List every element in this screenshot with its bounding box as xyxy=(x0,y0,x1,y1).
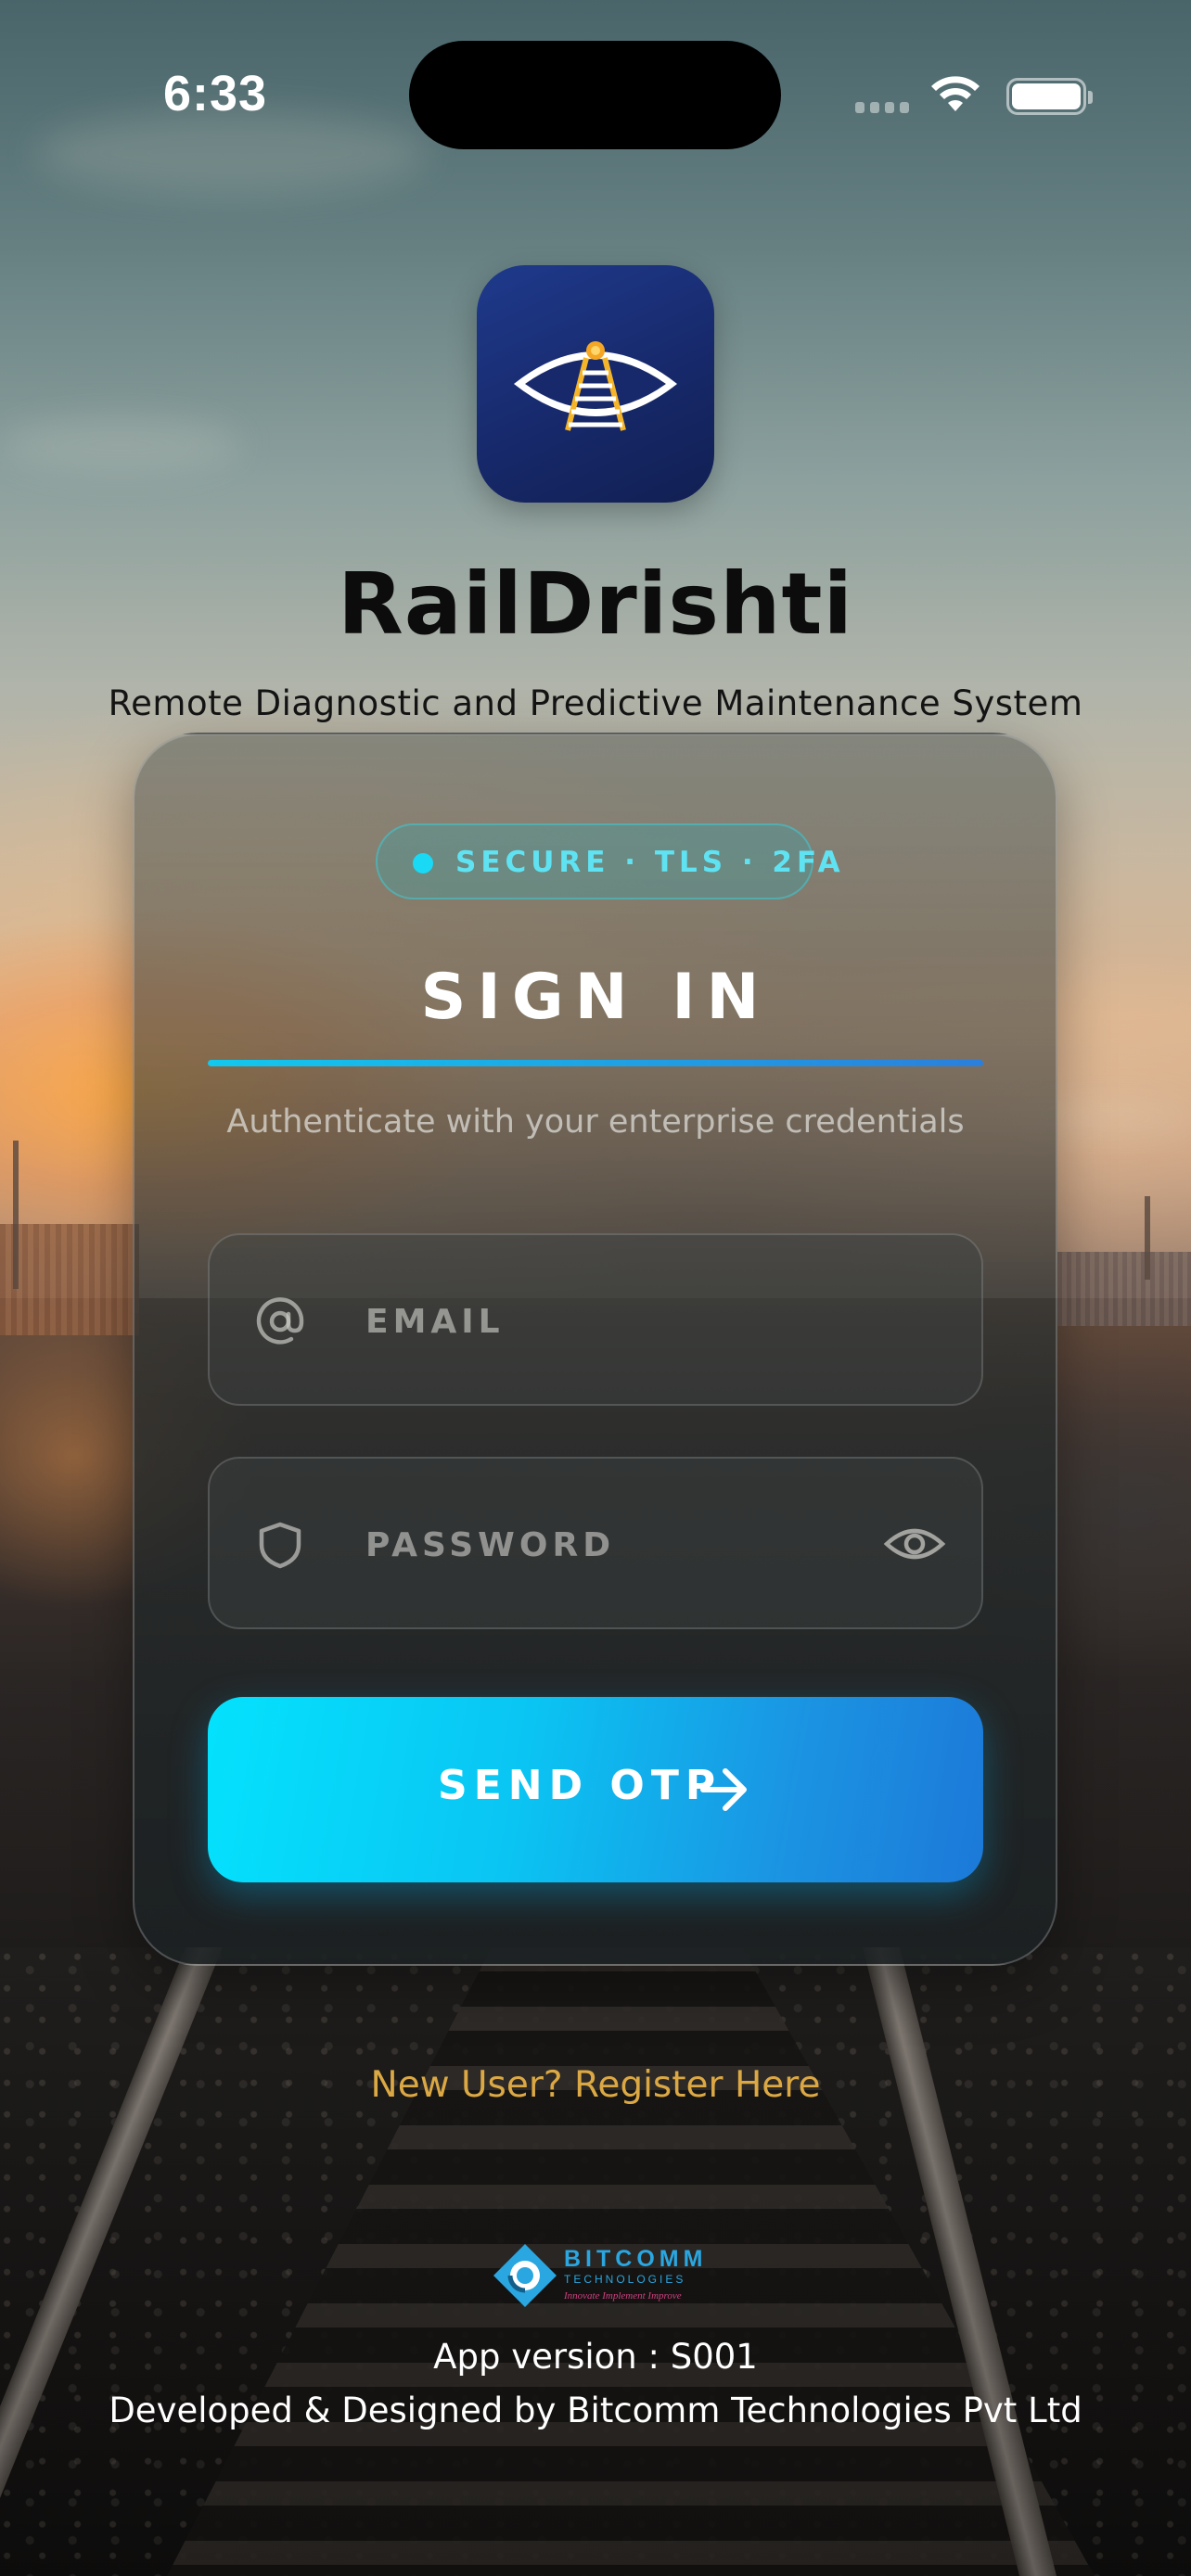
company-subtitle: TECHNOLOGIES xyxy=(564,2273,686,2286)
at-icon xyxy=(256,1297,304,1345)
app-title: RailDrishti xyxy=(337,555,854,654)
email-input[interactable] xyxy=(365,1293,885,1350)
bitcomm-mark-icon xyxy=(493,2244,557,2307)
email-field[interactable] xyxy=(208,1233,983,1406)
send-otp-button[interactable]: SEND OTP xyxy=(208,1697,983,1882)
bitcomm-logo: BITCOMM TECHNOLOGIES Innovate Implement … xyxy=(490,2240,703,2311)
eye-railway-track-icon xyxy=(514,341,677,431)
status-bar: 6:33 xyxy=(0,0,1191,158)
cellular-signal-icon xyxy=(855,102,911,115)
title-underline xyxy=(208,1060,983,1066)
security-badge: SECURE · TLS · 2FA xyxy=(376,823,840,899)
eye-icon[interactable] xyxy=(883,1512,946,1575)
status-time: 6:33 xyxy=(163,66,268,121)
sign-in-hint: Authenticate with your enterprise creden… xyxy=(226,1103,965,1141)
developer-credit: Developed & Designed by Bitcomm Technolo… xyxy=(109,2391,1082,2430)
company-name: BITCOMM xyxy=(564,2246,708,2272)
arrow-right-icon xyxy=(700,1768,747,1811)
password-field[interactable] xyxy=(208,1457,983,1629)
security-badge-label: SECURE · TLS · 2FA xyxy=(455,846,845,879)
wifi-icon xyxy=(931,76,980,111)
password-input[interactable] xyxy=(365,1516,885,1574)
app-version: App version : S001 xyxy=(433,2337,758,2377)
register-link[interactable]: New User? Register Here xyxy=(0,2064,1191,2106)
dynamic-island xyxy=(409,41,781,149)
battery-icon xyxy=(1006,78,1093,115)
app-logo xyxy=(477,265,714,503)
app-subtitle: Remote Diagnostic and Predictive Mainten… xyxy=(108,683,1083,723)
company-tagline: Innovate Implement Improve xyxy=(564,2290,682,2302)
shield-icon xyxy=(259,1522,301,1569)
sign-in-title: SIGN IN xyxy=(420,961,771,1034)
send-otp-label: SEND OTP xyxy=(438,1762,723,1809)
status-dot xyxy=(413,853,433,874)
